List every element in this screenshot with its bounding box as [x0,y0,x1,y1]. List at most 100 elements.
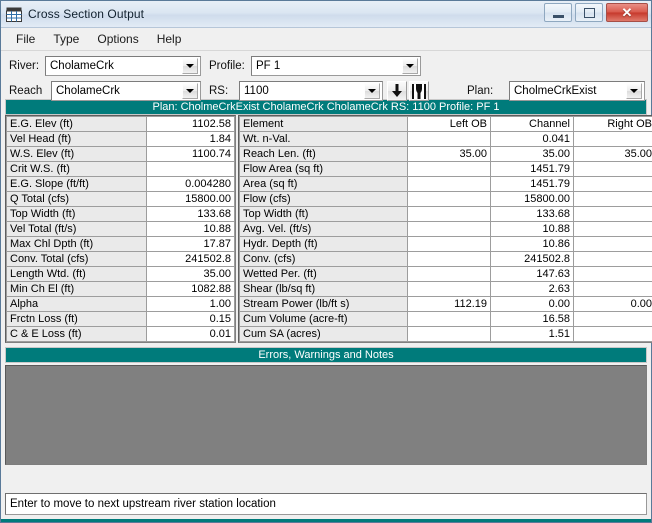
menu-file[interactable]: File [7,30,44,48]
chevron-down-icon[interactable] [182,83,198,99]
col-header-element: Element [239,116,408,132]
left-ob-value [407,161,491,177]
element-table: Element Left OB Channel Right OB Wt. n-V… [239,116,652,342]
menu-bar: File Type Options Help [1,28,651,51]
chevron-down-icon[interactable] [182,58,198,74]
cross-section-output-window: Cross Section Output ✕ File Type Options… [0,0,652,523]
summary-label: Alpha [6,296,147,312]
element-label: Avg. Vel. (ft/s) [239,221,408,237]
summary-value: 1.84 [146,131,235,147]
table-row: Cum Volume (acre-ft) 16.58 [239,311,652,327]
chevron-down-icon[interactable] [364,83,380,99]
left-ob-value: 35.00 [407,146,491,162]
menu-help[interactable]: Help [148,30,191,48]
maximize-button[interactable] [575,3,603,22]
menu-type[interactable]: Type [44,30,88,48]
down-arrow-icon [392,84,402,97]
element-label: Shear (lb/sq ft) [239,281,408,297]
summary-label: Crit W.S. (ft) [6,161,147,177]
plan-dropdown[interactable]: CholmeCrkExist [509,81,645,101]
left-ob-value [407,131,491,147]
left-ob-value [407,311,491,327]
element-label: Flow (cfs) [239,191,408,207]
summary-value: 17.87 [146,236,235,252]
channel-value: 10.88 [490,221,574,237]
close-button[interactable]: ✕ [606,3,648,22]
col-header-left-ob: Left OB [407,116,491,132]
left-table-frame: E.G. Elev (ft) 1102.58 Vel Head (ft) 1.84 W.… [5,115,236,343]
element-label: Area (sq ft) [239,176,408,192]
element-label: Wetted Per. (ft) [239,266,408,282]
left-ob-value [407,191,491,207]
menu-options[interactable]: Options [88,30,147,48]
status-bar: Enter to move to next upstream river sta… [5,493,647,515]
element-label: Reach Len. (ft) [239,146,408,162]
left-ob-value [407,176,491,192]
reach-dropdown[interactable]: CholameCrk [51,81,201,101]
table-row: Q Total (cfs) 15800.00 [6,191,235,207]
title-bar: Cross Section Output ✕ [1,1,651,28]
table-row: Vel Head (ft) 1.84 [6,131,235,147]
table-row: E.G. Slope (ft/ft) 0.004280 [6,176,235,192]
table-row: Crit W.S. (ft) [6,161,235,177]
summary-label: E.G. Elev (ft) [6,116,147,132]
right-ob-value [573,176,652,192]
right-ob-value [573,161,652,177]
summary-table: E.G. Elev (ft) 1102.58 Vel Head (ft) 1.84 W.… [6,116,235,342]
chevron-down-icon[interactable] [402,58,418,74]
table-row: Hydr. Depth (ft) 10.86 [239,236,652,252]
left-ob-value: 112.19 [407,296,491,312]
selector-row-top: River: CholameCrk Profile: PF 1 [1,56,651,78]
errors-panel: Errors, Warnings and Notes [5,347,647,465]
rs-label: RS: [209,85,229,97]
minimize-button[interactable] [544,3,572,22]
table-row: Flow (cfs) 15800.00 [239,191,652,207]
table-row: Cum SA (acres) 1.51 [239,326,652,342]
summary-label: Conv. Total (cfs) [6,251,147,267]
right-ob-value [573,326,652,342]
channel-value: 133.68 [490,206,574,222]
table-row: Shear (lb/sq ft) 2.63 [239,281,652,297]
channel-value: 147.63 [490,266,574,282]
summary-label: Vel Head (ft) [6,131,147,147]
summary-value: 0.01 [146,326,235,342]
table-row: E.G. Elev (ft) 1102.58 [6,116,235,132]
selector-panel: River: CholameCrk Profile: PF 1 Reach Ch… [1,51,651,101]
profile-label: Profile: [209,60,245,72]
rs-dropdown[interactable]: 1100 [239,81,383,101]
next-downstream-rs-button[interactable] [387,81,407,101]
chevron-down-icon[interactable] [626,83,642,99]
summary-label: Min Ch El (ft) [6,281,147,297]
profile-dropdown[interactable]: PF 1 [251,56,421,76]
channel-value: 241502.8 [490,251,574,267]
channel-value: 35.00 [490,146,574,162]
element-label: Cum SA (acres) [239,326,408,342]
errors-panel-body[interactable] [5,365,647,465]
channel-value: 10.86 [490,236,574,252]
table-row: Reach Len. (ft) 35.00 35.00 35.00 [239,146,652,162]
summary-value: 241502.8 [146,251,235,267]
right-ob-value [573,251,652,267]
table-row: Length Wtd. (ft) 35.00 [6,266,235,282]
cross-section-plot-button[interactable] [409,81,429,101]
element-label: Stream Power (lb/ft s) [239,296,408,312]
table-row: W.S. Elev (ft) 1100.74 [6,146,235,162]
river-dropdown[interactable]: CholameCrk [45,56,201,76]
table-row: Flow Area (sq ft) 1451.79 [239,161,652,177]
element-label: Wt. n-Val. [239,131,408,147]
right-ob-value [573,311,652,327]
maximize-icon [583,7,595,18]
table-row: Wetted Per. (ft) 147.63 [239,266,652,282]
table-row: Avg. Vel. (ft/s) 10.88 [239,221,652,237]
channel-value: 1451.79 [490,176,574,192]
summary-value: 10.88 [146,221,235,237]
left-ob-value [407,266,491,282]
summary-label: Max Chl Dpth (ft) [6,236,147,252]
summary-value: 0.15 [146,311,235,327]
summary-label: E.G. Slope (ft/ft) [6,176,147,192]
table-row: Max Chl Dpth (ft) 17.87 [6,236,235,252]
window-title: Cross Section Output [28,7,145,21]
table-row: Top Width (ft) 133.68 [239,206,652,222]
window-controls: ✕ [544,3,648,22]
errors-panel-title: Errors, Warnings and Notes [5,347,647,363]
